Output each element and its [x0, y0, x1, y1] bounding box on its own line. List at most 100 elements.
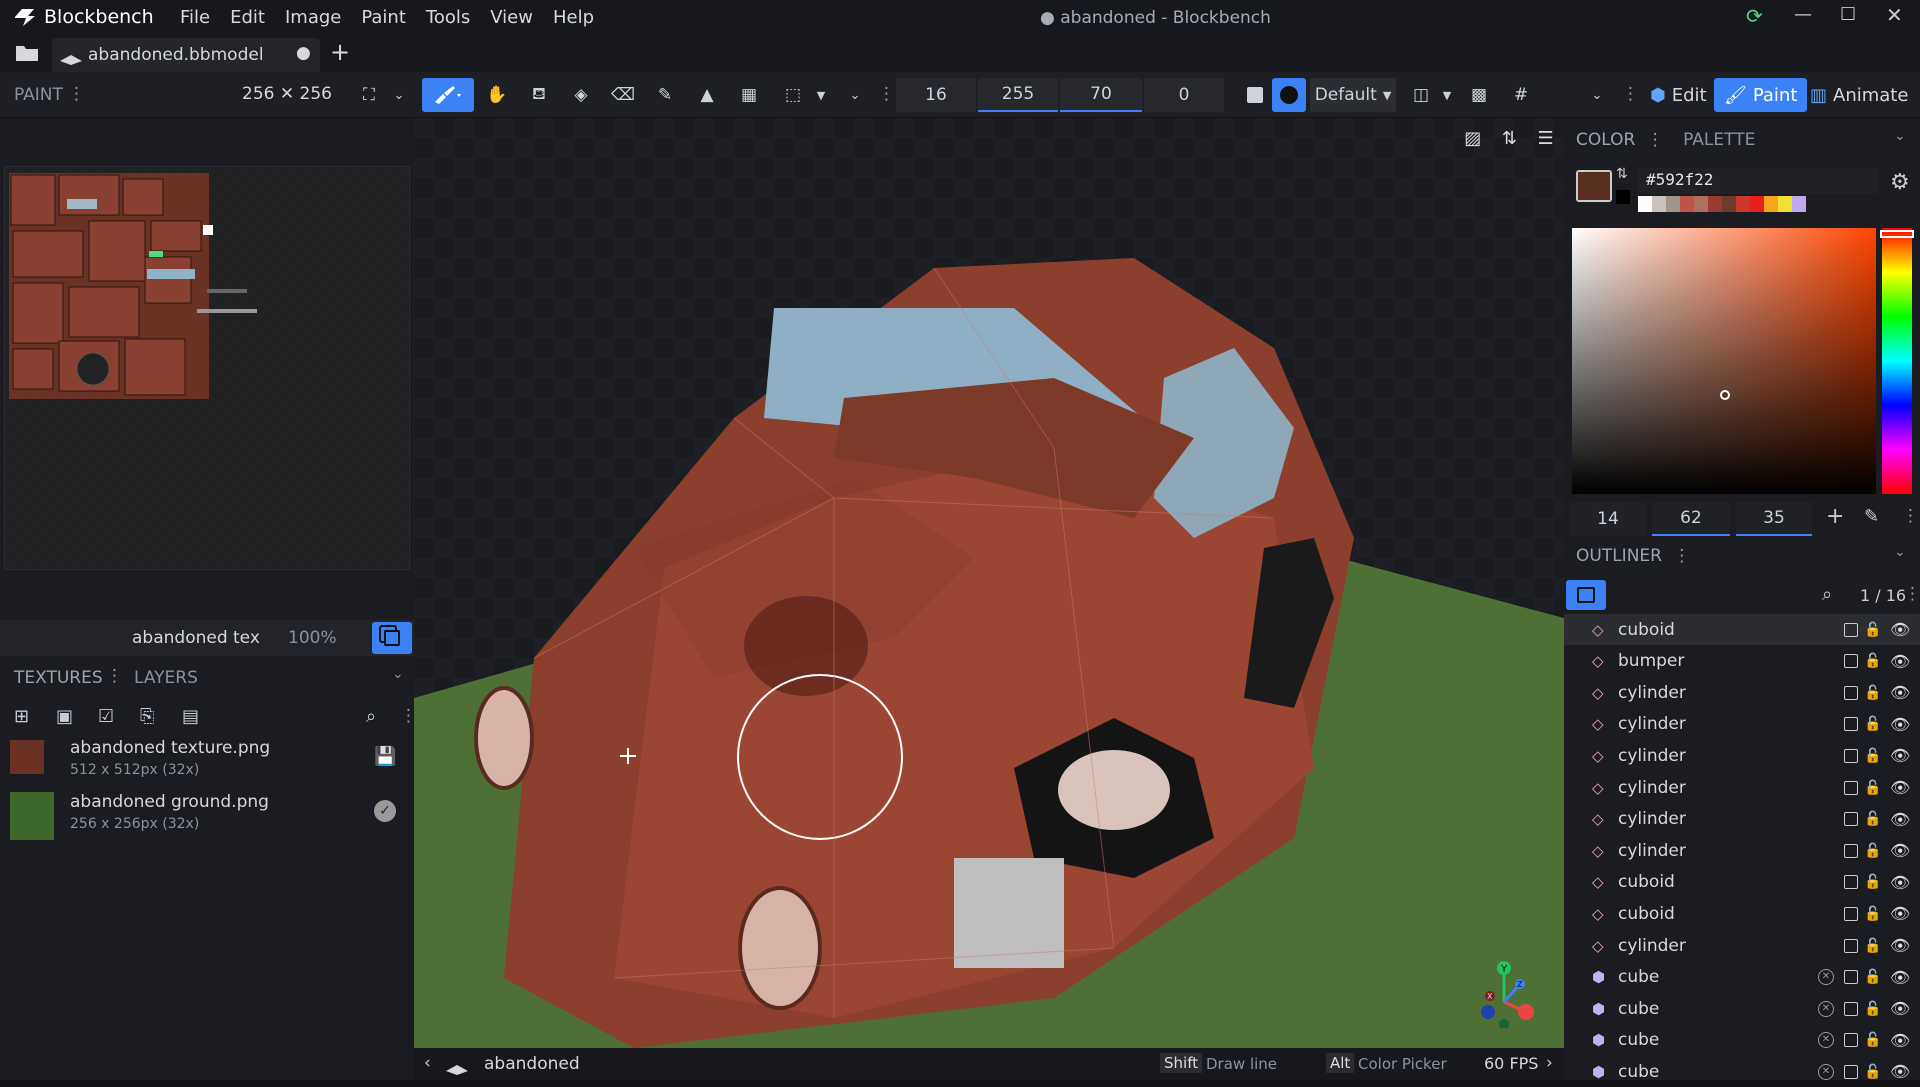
collapse-chevron-icon[interactable]: ⌄: [392, 666, 404, 682]
color-menu-icon[interactable]: ⋮: [1647, 130, 1664, 150]
export-checkbox[interactable]: [1844, 717, 1858, 732]
pixel-grid-icon[interactable]: ▩: [1462, 78, 1496, 112]
export-checkbox[interactable]: [1844, 622, 1858, 637]
toolbar-overflow-icon[interactable]: ⌄: [1580, 78, 1614, 112]
export-checkbox[interactable]: [1844, 970, 1858, 985]
lock-icon[interactable]: 🔓: [1864, 716, 1881, 732]
texture-item[interactable]: abandoned texture.png 512 x 512px (32x) …: [0, 734, 414, 790]
autouv-icon[interactable]: ✕: [1818, 1032, 1834, 1049]
tab-textures[interactable]: TEXTURES: [14, 668, 103, 688]
grid-icon[interactable]: #: [1504, 78, 1538, 112]
brush-tool-button[interactable]: [422, 78, 474, 112]
outliner-item[interactable]: ⬢ cube ✕ 🔓 👁: [1564, 993, 1920, 1024]
tab-abandoned[interactable]: abandoned.bbmodel ●: [52, 38, 320, 72]
brush-size-input[interactable]: 16: [896, 78, 976, 112]
selection-dropdown-icon[interactable]: ▼: [804, 78, 838, 112]
export-checkbox[interactable]: [1844, 1001, 1858, 1016]
texture-item[interactable]: abandoned ground.png 256 x 256px (32x) ✓: [0, 788, 414, 844]
visibility-eye-icon[interactable]: 👁: [1890, 1031, 1910, 1050]
color-swatch[interactable]: [1708, 196, 1722, 212]
edit-mode-button[interactable]: ⬢ Edit: [1640, 78, 1717, 112]
transform-icon[interactable]: ⇅: [1502, 128, 1517, 149]
outliner-menu-icon[interactable]: ⋮: [1673, 546, 1690, 566]
unsaved-indicator[interactable]: ●: [296, 43, 311, 63]
texture-atlas-icon[interactable]: ▤: [182, 706, 199, 727]
menu-image[interactable]: Image: [285, 7, 341, 28]
lock-icon[interactable]: 🔓: [1864, 653, 1881, 669]
outliner-options-icon[interactable]: ⋮: [1904, 584, 1920, 604]
export-checkbox[interactable]: [1844, 780, 1858, 795]
outliner-item[interactable]: ◇ cylinder 🔓 👁: [1564, 835, 1920, 866]
visibility-eye-icon[interactable]: 👁: [1890, 620, 1910, 639]
color-swatch[interactable]: [1792, 196, 1806, 212]
color-swatch[interactable]: [1764, 196, 1778, 212]
outliner-item[interactable]: ◇ cylinder 🔓 👁: [1564, 677, 1920, 708]
visibility-eye-icon[interactable]: 👁: [1890, 810, 1910, 829]
color-swatch[interactable]: [1750, 196, 1764, 212]
prev-icon[interactable]: ‹: [424, 1053, 431, 1073]
export-checkbox[interactable]: [1844, 1033, 1858, 1048]
color-swatch[interactable]: [1736, 196, 1750, 212]
open-folder-icon[interactable]: [14, 42, 40, 64]
outliner-item[interactable]: ◇ cylinder 🔓 👁: [1564, 709, 1920, 740]
fill-tool-icon[interactable]: ◈: [564, 78, 598, 112]
new-tab-button[interactable]: +: [330, 38, 350, 66]
tab-layers[interactable]: LAYERS: [134, 668, 198, 688]
tab-color[interactable]: COLOR: [1576, 130, 1635, 150]
menu-help[interactable]: Help: [553, 7, 594, 28]
outliner-item[interactable]: ◇ cylinder 🔓 👁: [1564, 804, 1920, 835]
lock-icon[interactable]: 🔓: [1864, 906, 1881, 922]
autouv-icon[interactable]: ✕: [1818, 1000, 1834, 1017]
export-checkbox[interactable]: [1844, 812, 1858, 827]
opacity-input[interactable]: 255: [978, 78, 1058, 112]
color-swatch[interactable]: [1694, 196, 1708, 212]
menu-edit[interactable]: Edit: [230, 7, 265, 28]
autouv-icon[interactable]: ✕: [1818, 969, 1834, 986]
saturation-input[interactable]: 62: [1652, 502, 1730, 536]
import-texture-icon[interactable]: ▣: [56, 706, 73, 727]
saturation-value-picker[interactable]: [1572, 228, 1876, 494]
hue-slider-handle[interactable]: [1880, 230, 1914, 238]
tab-palette[interactable]: PALETTE: [1683, 130, 1755, 150]
outliner-item[interactable]: ◇ cuboid 🔓 👁: [1564, 898, 1920, 929]
menu-file[interactable]: File: [180, 7, 210, 28]
export-checkbox[interactable]: [1844, 654, 1858, 669]
color-swatch[interactable]: [1680, 196, 1694, 212]
square-brush-icon[interactable]: [1238, 78, 1272, 112]
gradient-tool-icon[interactable]: ▦: [732, 78, 766, 112]
visibility-eye-icon[interactable]: 👁: [1890, 778, 1910, 797]
fullscreen-icon[interactable]: ⛶: [352, 78, 386, 112]
texture-folder-icon[interactable]: ⎘: [140, 706, 154, 727]
export-checkbox[interactable]: [1844, 938, 1858, 953]
chevron-down-icon[interactable]: ⌄: [382, 78, 416, 112]
visibility-eye-icon[interactable]: 👁: [1890, 1062, 1910, 1081]
outliner-collapse-icon[interactable]: ⌄: [1894, 544, 1906, 560]
eyedropper-icon[interactable]: ✎: [1864, 506, 1879, 527]
export-checkbox[interactable]: [1844, 843, 1858, 858]
visibility-eye-icon[interactable]: 👁: [1890, 746, 1910, 765]
search-icon[interactable]: ⌕: [366, 706, 376, 727]
menu-paint[interactable]: Paint: [361, 7, 406, 28]
visibility-eye-icon[interactable]: 👁: [1890, 683, 1910, 702]
color-picker-tool-icon[interactable]: ✎: [648, 78, 682, 112]
softness-input[interactable]: 70: [1060, 78, 1142, 112]
current-color-swatch[interactable]: [1576, 170, 1612, 202]
viewport-menu-icon[interactable]: ☰: [1538, 128, 1554, 149]
hue-slider[interactable]: [1880, 228, 1914, 494]
export-checkbox[interactable]: [1844, 748, 1858, 763]
hue-input[interactable]: 14: [1570, 502, 1646, 536]
visibility-eye-icon[interactable]: 👁: [1890, 715, 1910, 734]
visibility-eye-icon[interactable]: 👁: [1890, 652, 1910, 671]
outliner-item[interactable]: ◇ cylinder 🔓 👁: [1564, 930, 1920, 961]
uv-editor[interactable]: [4, 166, 410, 570]
add-to-palette-icon[interactable]: +: [1826, 504, 1844, 529]
lock-icon[interactable]: 🔓: [1864, 685, 1881, 701]
recent-color-swatches[interactable]: [1638, 196, 1884, 212]
lock-icon[interactable]: 🔓: [1864, 1032, 1881, 1048]
save-all-textures-icon[interactable]: ☑: [98, 706, 114, 727]
lock-icon[interactable]: 🔓: [1864, 874, 1881, 890]
autouv-icon[interactable]: ✕: [1818, 1063, 1834, 1080]
export-checkbox[interactable]: [1844, 906, 1858, 921]
color-swatch[interactable]: [1638, 196, 1652, 212]
visibility-eye-icon[interactable]: 👁: [1890, 904, 1910, 923]
